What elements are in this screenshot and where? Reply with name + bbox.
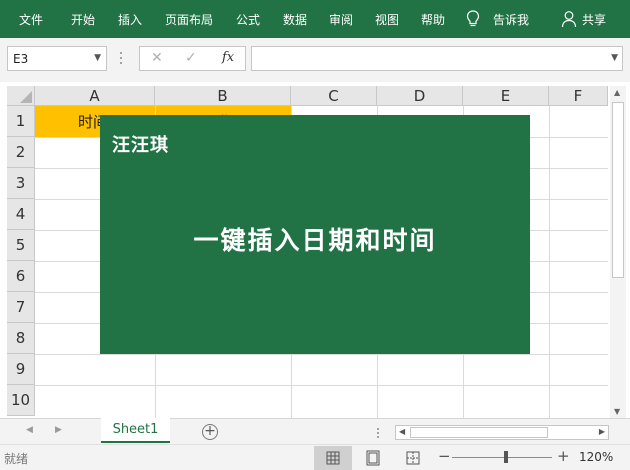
drag-handle-icon[interactable] — [376, 427, 380, 439]
title-card-overlay: 汪汪琪 一键插入日期和时间 — [100, 115, 530, 354]
insert-function-icon[interactable]: fx — [222, 50, 234, 65]
enter-check-icon[interactable]: ✓ — [185, 50, 197, 66]
name-box[interactable]: E3 ▼ — [7, 46, 107, 71]
expand-formula-icon[interactable]: ▼ — [611, 53, 618, 63]
gridline — [35, 354, 608, 355]
add-sheet-icon[interactable]: + — [202, 424, 218, 440]
horizontal-scroll-thumb[interactable] — [410, 427, 548, 438]
normal-view-button[interactable] — [314, 446, 352, 470]
row-header-4[interactable]: 4 — [7, 199, 35, 230]
lightbulb-icon[interactable] — [466, 10, 480, 28]
tab-page-layout[interactable]: 页面布局 — [165, 11, 213, 28]
row-header-7[interactable]: 7 — [7, 292, 35, 323]
next-sheet-icon[interactable]: ▶ — [55, 425, 62, 435]
row-header-6[interactable]: 6 — [7, 261, 35, 292]
formula-bar-area: E3 ▼ ✕ ✓ fx ▼ — [0, 38, 630, 82]
row-header-5[interactable]: 5 — [7, 230, 35, 261]
person-icon[interactable] — [561, 10, 577, 28]
status-bar: 就绪 − + 120% — [0, 444, 630, 470]
column-header-c[interactable]: C — [291, 86, 377, 106]
normal-view-icon — [326, 451, 340, 465]
zoom-slider-handle[interactable] — [504, 451, 508, 463]
drag-handle-icon[interactable] — [119, 50, 123, 66]
scroll-up-icon[interactable]: ▲ — [614, 88, 620, 97]
tab-file[interactable]: 文件 — [19, 11, 43, 28]
gridline — [549, 106, 550, 418]
tab-data[interactable]: 数据 — [283, 11, 307, 28]
author-name: 汪汪琪 — [112, 135, 169, 156]
zoom-slider-track[interactable] — [452, 457, 552, 458]
row-header-2[interactable]: 2 — [7, 137, 35, 168]
row-header-8[interactable]: 8 — [7, 323, 35, 354]
row-header-10[interactable]: 10 — [7, 385, 35, 416]
status-ready: 就绪 — [4, 452, 29, 466]
name-box-value: E3 — [13, 52, 29, 66]
column-header-b[interactable]: B — [155, 86, 291, 106]
zoom-in-button[interactable]: + — [557, 447, 570, 465]
row-header-9[interactable]: 9 — [7, 354, 35, 385]
cancel-icon[interactable]: ✕ — [151, 50, 163, 66]
ribbon: 文件 开始 插入 页面布局 公式 数据 审阅 视图 帮助 告诉我 共享 — [0, 0, 630, 38]
vertical-scroll-thumb[interactable] — [612, 102, 624, 278]
tab-help[interactable]: 帮助 — [421, 11, 445, 28]
page-layout-view-button[interactable] — [354, 446, 392, 470]
scroll-down-icon[interactable]: ▼ — [614, 407, 620, 416]
scroll-right-icon[interactable]: ▶ — [599, 427, 605, 436]
select-all-corner[interactable] — [7, 86, 35, 106]
headline-text: 一键插入日期和时间 — [193, 226, 437, 255]
tab-home[interactable]: 开始 — [71, 11, 95, 28]
vertical-scrollbar[interactable]: ▲ ▼ — [610, 86, 626, 418]
row-header-3[interactable]: 3 — [7, 168, 35, 199]
gridline — [35, 385, 608, 386]
tab-view[interactable]: 视图 — [375, 11, 399, 28]
row-header-1[interactable]: 1 — [7, 106, 35, 137]
share-button[interactable]: 共享 — [582, 11, 606, 28]
column-header-f[interactable]: F — [549, 86, 608, 106]
column-header-d[interactable]: D — [377, 86, 463, 106]
chevron-down-icon[interactable]: ▼ — [94, 53, 101, 63]
formula-buttons: ✕ ✓ fx — [139, 46, 246, 71]
page-break-view-button[interactable] — [394, 446, 432, 470]
column-header-e[interactable]: E — [463, 86, 549, 106]
tell-me-search[interactable]: 告诉我 — [493, 11, 529, 28]
formula-input[interactable]: ▼ — [251, 46, 623, 71]
tab-insert[interactable]: 插入 — [118, 11, 142, 28]
prev-sheet-icon[interactable]: ◀ — [26, 425, 33, 435]
page-break-preview-icon — [406, 451, 420, 465]
zoom-level[interactable]: 120% — [579, 450, 613, 464]
horizontal-scrollbar[interactable]: ◀ ▶ — [395, 425, 609, 440]
page-layout-icon — [366, 450, 380, 466]
tab-review[interactable]: 审阅 — [329, 11, 353, 28]
scroll-left-icon[interactable]: ◀ — [399, 427, 405, 436]
column-header-a[interactable]: A — [35, 86, 155, 106]
sheet-tab-sheet1[interactable]: Sheet1 — [101, 418, 170, 443]
zoom-out-button[interactable]: − — [438, 447, 451, 465]
tab-formulas[interactable]: 公式 — [236, 11, 260, 28]
sheet-tab-bar: ◀ ▶ Sheet1 + ◀ ▶ — [0, 418, 630, 444]
